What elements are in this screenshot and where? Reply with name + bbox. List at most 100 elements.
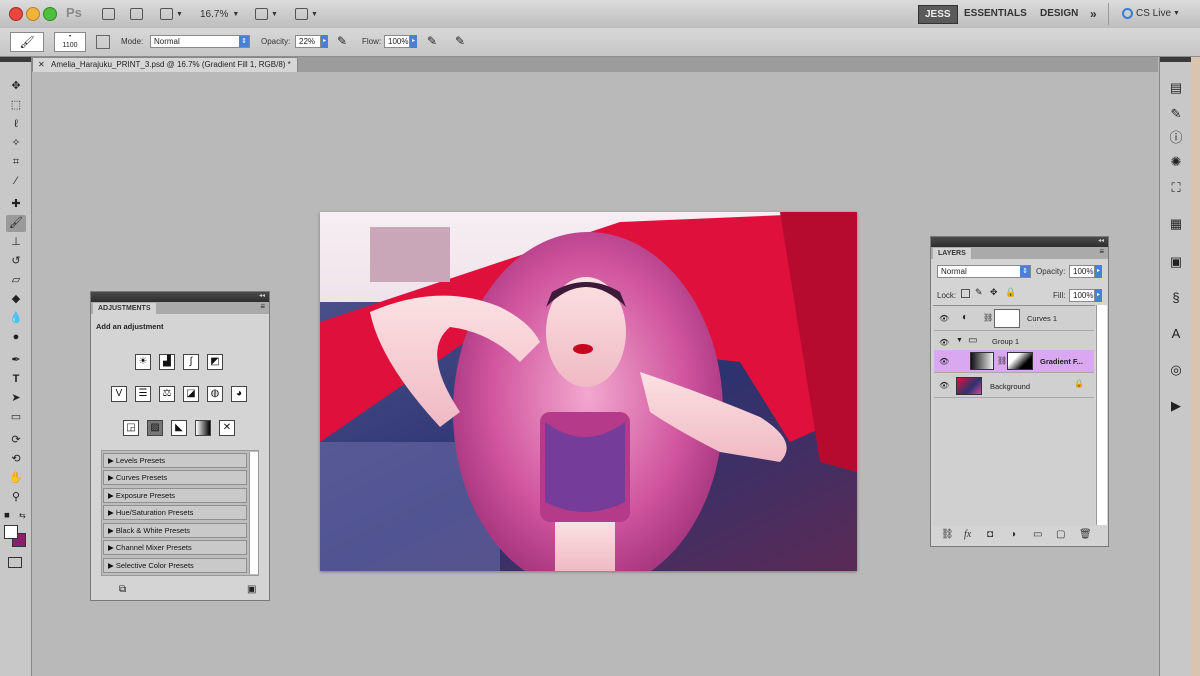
layer-style-icon[interactable]: fx: [964, 529, 971, 540]
pressure-opacity-icon[interactable]: ✎: [337, 34, 347, 48]
navigator-panel-icon[interactable]: ▣: [1167, 253, 1185, 271]
tool-preset-picker[interactable]: 🖌: [10, 32, 44, 52]
layer-opacity-slider-toggle[interactable]: ▸: [1095, 265, 1102, 278]
fill-slider-toggle[interactable]: ▸: [1095, 289, 1102, 302]
photo-filter-icon[interactable]: ◍: [207, 386, 223, 402]
dodge-tool-icon[interactable]: ●: [6, 329, 26, 346]
chevron-down-icon[interactable]: ▼: [956, 337, 963, 344]
gradient-fill-thumbnail[interactable]: [970, 352, 994, 370]
layers-scrollbar[interactable]: [1096, 305, 1107, 525]
pen-tool-icon[interactable]: ✒: [6, 352, 26, 369]
paragraph-panel-icon[interactable]: §: [1167, 289, 1185, 307]
eyedropper-tool-icon[interactable]: ⁄: [6, 173, 26, 190]
workspace-jess-button[interactable]: JESS: [918, 5, 958, 24]
brush-preset-picker[interactable]: • 1100: [54, 32, 86, 52]
channel-mixer-icon[interactable]: ◕: [231, 386, 247, 402]
vibrance-icon[interactable]: V: [111, 386, 127, 402]
animation-panel-icon[interactable]: ▶: [1167, 397, 1185, 415]
levels-icon[interactable]: ▟: [159, 354, 175, 370]
layer-opacity-input[interactable]: 100%: [1069, 265, 1095, 278]
clone-source-panel-icon[interactable]: ⛶: [1167, 179, 1185, 197]
marquee-tool-icon[interactable]: ⬚: [6, 97, 26, 114]
default-colors-icon[interactable]: ◼: [4, 511, 10, 519]
hue-saturation-presets-item[interactable]: ▶ Hue/Saturation Presets: [103, 505, 247, 520]
posterize-icon[interactable]: ▨: [147, 420, 163, 436]
character-panel-icon[interactable]: A: [1167, 325, 1185, 343]
levels-presets-item[interactable]: ▶ Levels Presets: [103, 453, 247, 468]
channel-mixer-presets-item[interactable]: ▶ Channel Mixer Presets: [103, 540, 247, 555]
mini-bridge-panel-icon[interactable]: ▤: [1167, 79, 1185, 97]
curves-icon[interactable]: ∫: [183, 354, 199, 370]
invert-icon[interactable]: ◲: [123, 420, 139, 436]
adjustments-tab[interactable]: ADJUSTMENTS: [93, 303, 156, 314]
foreground-color-swatch[interactable]: [4, 525, 18, 539]
layer-blend-mode-select[interactable]: Normal ⇕: [937, 265, 1031, 278]
toggle-brush-panel-button[interactable]: [96, 35, 110, 49]
rectangle-tool-icon[interactable]: ▭: [6, 409, 26, 426]
document-tab[interactable]: ✕ Amelia_Harajuku_PRINT_3.psd @ 16.7% (G…: [32, 57, 298, 72]
history-panel-icon[interactable]: ✎: [1167, 105, 1185, 123]
new-layer-icon[interactable]: ▢: [1056, 529, 1065, 540]
layer-row-gradient-fill[interactable]: 👁 ⛓ Gradient F...: [934, 350, 1094, 373]
link-layers-icon[interactable]: ⛓: [941, 529, 954, 540]
type-tool-icon[interactable]: T: [6, 371, 26, 388]
hand-tool-icon[interactable]: ✋: [6, 470, 26, 487]
crop-tool-icon[interactable]: ⌗: [6, 154, 26, 171]
presets-menu-icon[interactable]: ▣: [247, 584, 256, 595]
quick-mask-icon[interactable]: [8, 557, 22, 568]
more-workspaces-button[interactable]: »: [1084, 5, 1103, 22]
layers-panel-titlebar[interactable]: ◂◂: [931, 237, 1108, 247]
layer-row-background[interactable]: 👁 Background 🔒: [934, 374, 1094, 398]
add-mask-icon[interactable]: ◘: [987, 529, 993, 540]
lock-position-icon[interactable]: ✥: [990, 287, 998, 298]
selective-color-presets-item[interactable]: ▶ Selective Color Presets: [103, 558, 247, 573]
brush-tool-icon[interactable]: 🖌: [6, 215, 26, 232]
panel-menu-icon[interactable]: ≡: [1099, 247, 1104, 256]
selective-color-icon[interactable]: ✕: [219, 420, 235, 436]
swap-colors-icon[interactable]: ⇆: [19, 511, 26, 520]
history-brush-tool-icon[interactable]: ↺: [6, 253, 26, 270]
black-white-presets-item[interactable]: ▶ Black & White Presets: [103, 523, 247, 538]
collapse-panel-icon[interactable]: ◂◂: [1098, 237, 1104, 244]
zoom-tool-icon[interactable]: ⚲: [6, 489, 26, 506]
arrange-documents-button[interactable]: ▼: [255, 6, 278, 22]
panel-menu-icon[interactable]: ≡: [260, 302, 265, 311]
brush-panel-icon[interactable]: ✺: [1167, 153, 1185, 171]
eye-icon[interactable]: 👁: [939, 338, 949, 347]
cs-live-button[interactable]: CS Live ▼: [1116, 5, 1186, 22]
background-thumbnail[interactable]: [956, 377, 982, 395]
launch-mini-bridge-button[interactable]: [130, 6, 143, 22]
blend-mode-select[interactable]: Normal ⇕: [150, 35, 250, 48]
3d-orbit-tool-icon[interactable]: ⟲: [6, 451, 26, 468]
flow-input[interactable]: 100%: [384, 35, 410, 48]
workspace-essentials-button[interactable]: ESSENTIALS: [958, 5, 1033, 22]
3d-rotate-tool-icon[interactable]: ⟳: [6, 432, 26, 449]
path-selection-tool-icon[interactable]: ➤: [6, 390, 26, 407]
close-window-button[interactable]: [9, 7, 23, 21]
layer-mask-thumbnail[interactable]: [994, 309, 1020, 328]
opacity-input[interactable]: 22%: [295, 35, 321, 48]
zoom-window-button[interactable]: [43, 7, 57, 21]
view-extras-button[interactable]: ▼: [160, 6, 183, 22]
eraser-tool-icon[interactable]: ▱: [6, 272, 26, 289]
eye-icon[interactable]: 👁: [939, 314, 949, 323]
hue-saturation-icon[interactable]: ☰: [135, 386, 151, 402]
threshold-icon[interactable]: ◣: [171, 420, 187, 436]
delete-layer-icon[interactable]: 🗑: [1079, 529, 1092, 540]
link-icon[interactable]: ⛓: [983, 313, 993, 322]
flow-slider-toggle[interactable]: ▸: [410, 35, 417, 48]
workspace-design-button[interactable]: DESIGN: [1034, 5, 1084, 22]
eye-icon[interactable]: 👁: [939, 381, 949, 390]
3d-panel-icon[interactable]: ◎: [1167, 361, 1185, 379]
collapse-panel-icon[interactable]: ◂◂: [259, 292, 265, 299]
gradient-map-icon[interactable]: [195, 420, 211, 436]
black-white-icon[interactable]: ◪: [183, 386, 199, 402]
info-panel-icon[interactable]: ⓘ: [1167, 129, 1185, 147]
minimize-window-button[interactable]: [26, 7, 40, 21]
clip-to-layer-icon[interactable]: ⧉: [119, 584, 126, 595]
link-icon[interactable]: ⛓: [997, 356, 1007, 365]
pressure-size-icon[interactable]: ✎: [455, 34, 465, 48]
lock-all-icon[interactable]: 🔒: [1005, 287, 1016, 298]
layer-mask-thumbnail[interactable]: [1007, 352, 1033, 370]
presets-scrollbar[interactable]: [249, 452, 258, 574]
